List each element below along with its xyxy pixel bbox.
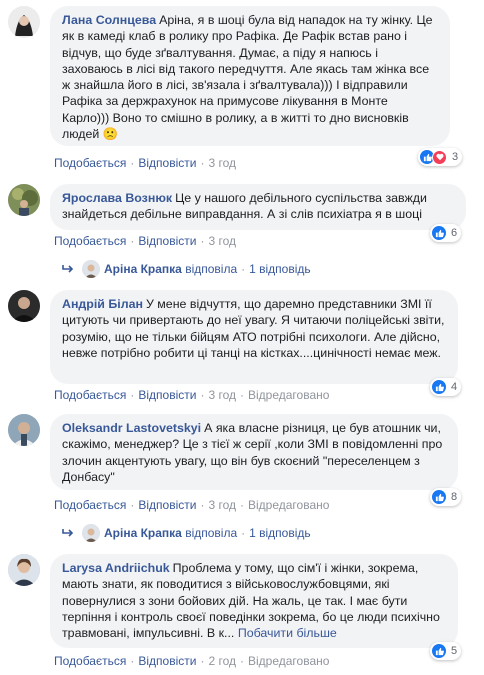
comment-time[interactable]: 3 год bbox=[208, 388, 236, 402]
reply-action: відповіла bbox=[185, 262, 238, 276]
reaction-number: 3 bbox=[452, 151, 459, 163]
comment-actions: Подобається · Відповісти · 3 год · Відредагова… bbox=[54, 498, 330, 512]
avatar[interactable] bbox=[8, 554, 40, 586]
reply-count[interactable]: 1 відповідь bbox=[249, 526, 311, 540]
reply-arrow-icon bbox=[62, 528, 76, 538]
reaction-number: 5 bbox=[451, 645, 458, 657]
comment-text: Аріна, я в шоці була від нападок на ту ж… bbox=[62, 13, 437, 142]
comment-author[interactable]: Андрій Білан bbox=[62, 297, 143, 311]
love-icon bbox=[432, 149, 447, 165]
avatar[interactable] bbox=[8, 184, 40, 216]
comment-bubble: Oleksandr Lastovetskyi А яка власне різни… bbox=[50, 414, 458, 490]
comment-actions: Подобається · Відповісти · 3 год · Відредагова… bbox=[54, 388, 330, 402]
comment-time[interactable]: 3 год bbox=[208, 234, 236, 248]
comment-actions: Подобається · Відповісти · 3 год bbox=[54, 234, 236, 248]
reply-count[interactable]: 1 відповідь bbox=[249, 262, 311, 276]
edited-label[interactable]: Відредаговано bbox=[248, 388, 329, 402]
edited-label[interactable]: Відредаговано bbox=[248, 498, 329, 512]
reply-author[interactable]: Аріна Крапка bbox=[104, 526, 182, 540]
reply-button[interactable]: Відповісти bbox=[138, 156, 196, 170]
comment-actions: Подобається · Відповісти · 3 год bbox=[54, 156, 236, 170]
avatar bbox=[82, 260, 100, 278]
replies-link[interactable]: Аріна Крапка відповіла · 1 відповідь bbox=[62, 260, 311, 278]
avatar[interactable] bbox=[8, 414, 40, 446]
reaction-number: 4 bbox=[451, 381, 458, 393]
edited-label[interactable]: Відредаговано bbox=[248, 654, 329, 668]
comment-bubble: Лана Солнцева Аріна, я в шоці була від на… bbox=[50, 6, 450, 146]
reaction-number: 6 bbox=[451, 227, 458, 239]
reaction-count[interactable]: 5 bbox=[430, 642, 462, 660]
comment-bubble: Ярослава Вознюк Це у нашого дебільного су… bbox=[50, 184, 466, 230]
comment-author[interactable]: Ярослава Вознюк bbox=[62, 191, 172, 205]
reaction-count[interactable]: 6 bbox=[430, 224, 462, 242]
like-button[interactable]: Подобається bbox=[54, 156, 126, 170]
avatar[interactable] bbox=[8, 290, 40, 322]
like-icon bbox=[432, 380, 446, 394]
reaction-number: 8 bbox=[451, 491, 458, 503]
comment-time[interactable]: 3 год bbox=[208, 156, 236, 170]
comment-bubble: Андрій Білан У мене відчуття, що даремно … bbox=[50, 290, 458, 384]
reply-action: відповіла bbox=[185, 526, 238, 540]
reply-author[interactable]: Аріна Крапка bbox=[104, 262, 182, 276]
comment-author[interactable]: Oleksandr Lastovetskyi bbox=[62, 421, 201, 435]
reaction-count[interactable]: 3 bbox=[418, 148, 463, 166]
reply-button[interactable]: Відповісти bbox=[138, 654, 196, 668]
reply-arrow-icon bbox=[62, 264, 76, 274]
see-more-link[interactable]: Побачити більше bbox=[238, 626, 337, 640]
reply-button[interactable]: Відповісти bbox=[138, 498, 196, 512]
comment-author[interactable]: Лана Солнцева bbox=[62, 13, 156, 27]
avatar bbox=[82, 524, 100, 542]
comment-time[interactable]: 2 год bbox=[208, 654, 236, 668]
comment-actions: Подобається · Відповісти · 2 год · Відредагова… bbox=[54, 654, 330, 668]
comment-author[interactable]: Larysa Andriichuk bbox=[62, 561, 170, 575]
like-button[interactable]: Подобається bbox=[54, 234, 126, 248]
like-button[interactable]: Подобається bbox=[54, 388, 126, 402]
like-button[interactable]: Подобається bbox=[54, 654, 126, 668]
reaction-count[interactable]: 8 bbox=[430, 488, 462, 506]
like-icon bbox=[432, 490, 446, 504]
like-icon bbox=[432, 226, 446, 240]
avatar[interactable] bbox=[8, 6, 40, 38]
comment-time[interactable]: 3 год bbox=[208, 498, 236, 512]
replies-link[interactable]: Аріна Крапка відповіла · 1 відповідь bbox=[62, 524, 311, 542]
sad-emoji-icon: 🙁 bbox=[102, 127, 119, 142]
like-icon bbox=[432, 644, 446, 658]
reply-button[interactable]: Відповісти bbox=[138, 234, 196, 248]
comment-bubble: Larysa Andriichuk Проблема у тому, що сім… bbox=[50, 554, 458, 648]
like-button[interactable]: Подобається bbox=[54, 498, 126, 512]
reaction-count[interactable]: 4 bbox=[430, 378, 462, 396]
reply-button[interactable]: Відповісти bbox=[138, 388, 196, 402]
